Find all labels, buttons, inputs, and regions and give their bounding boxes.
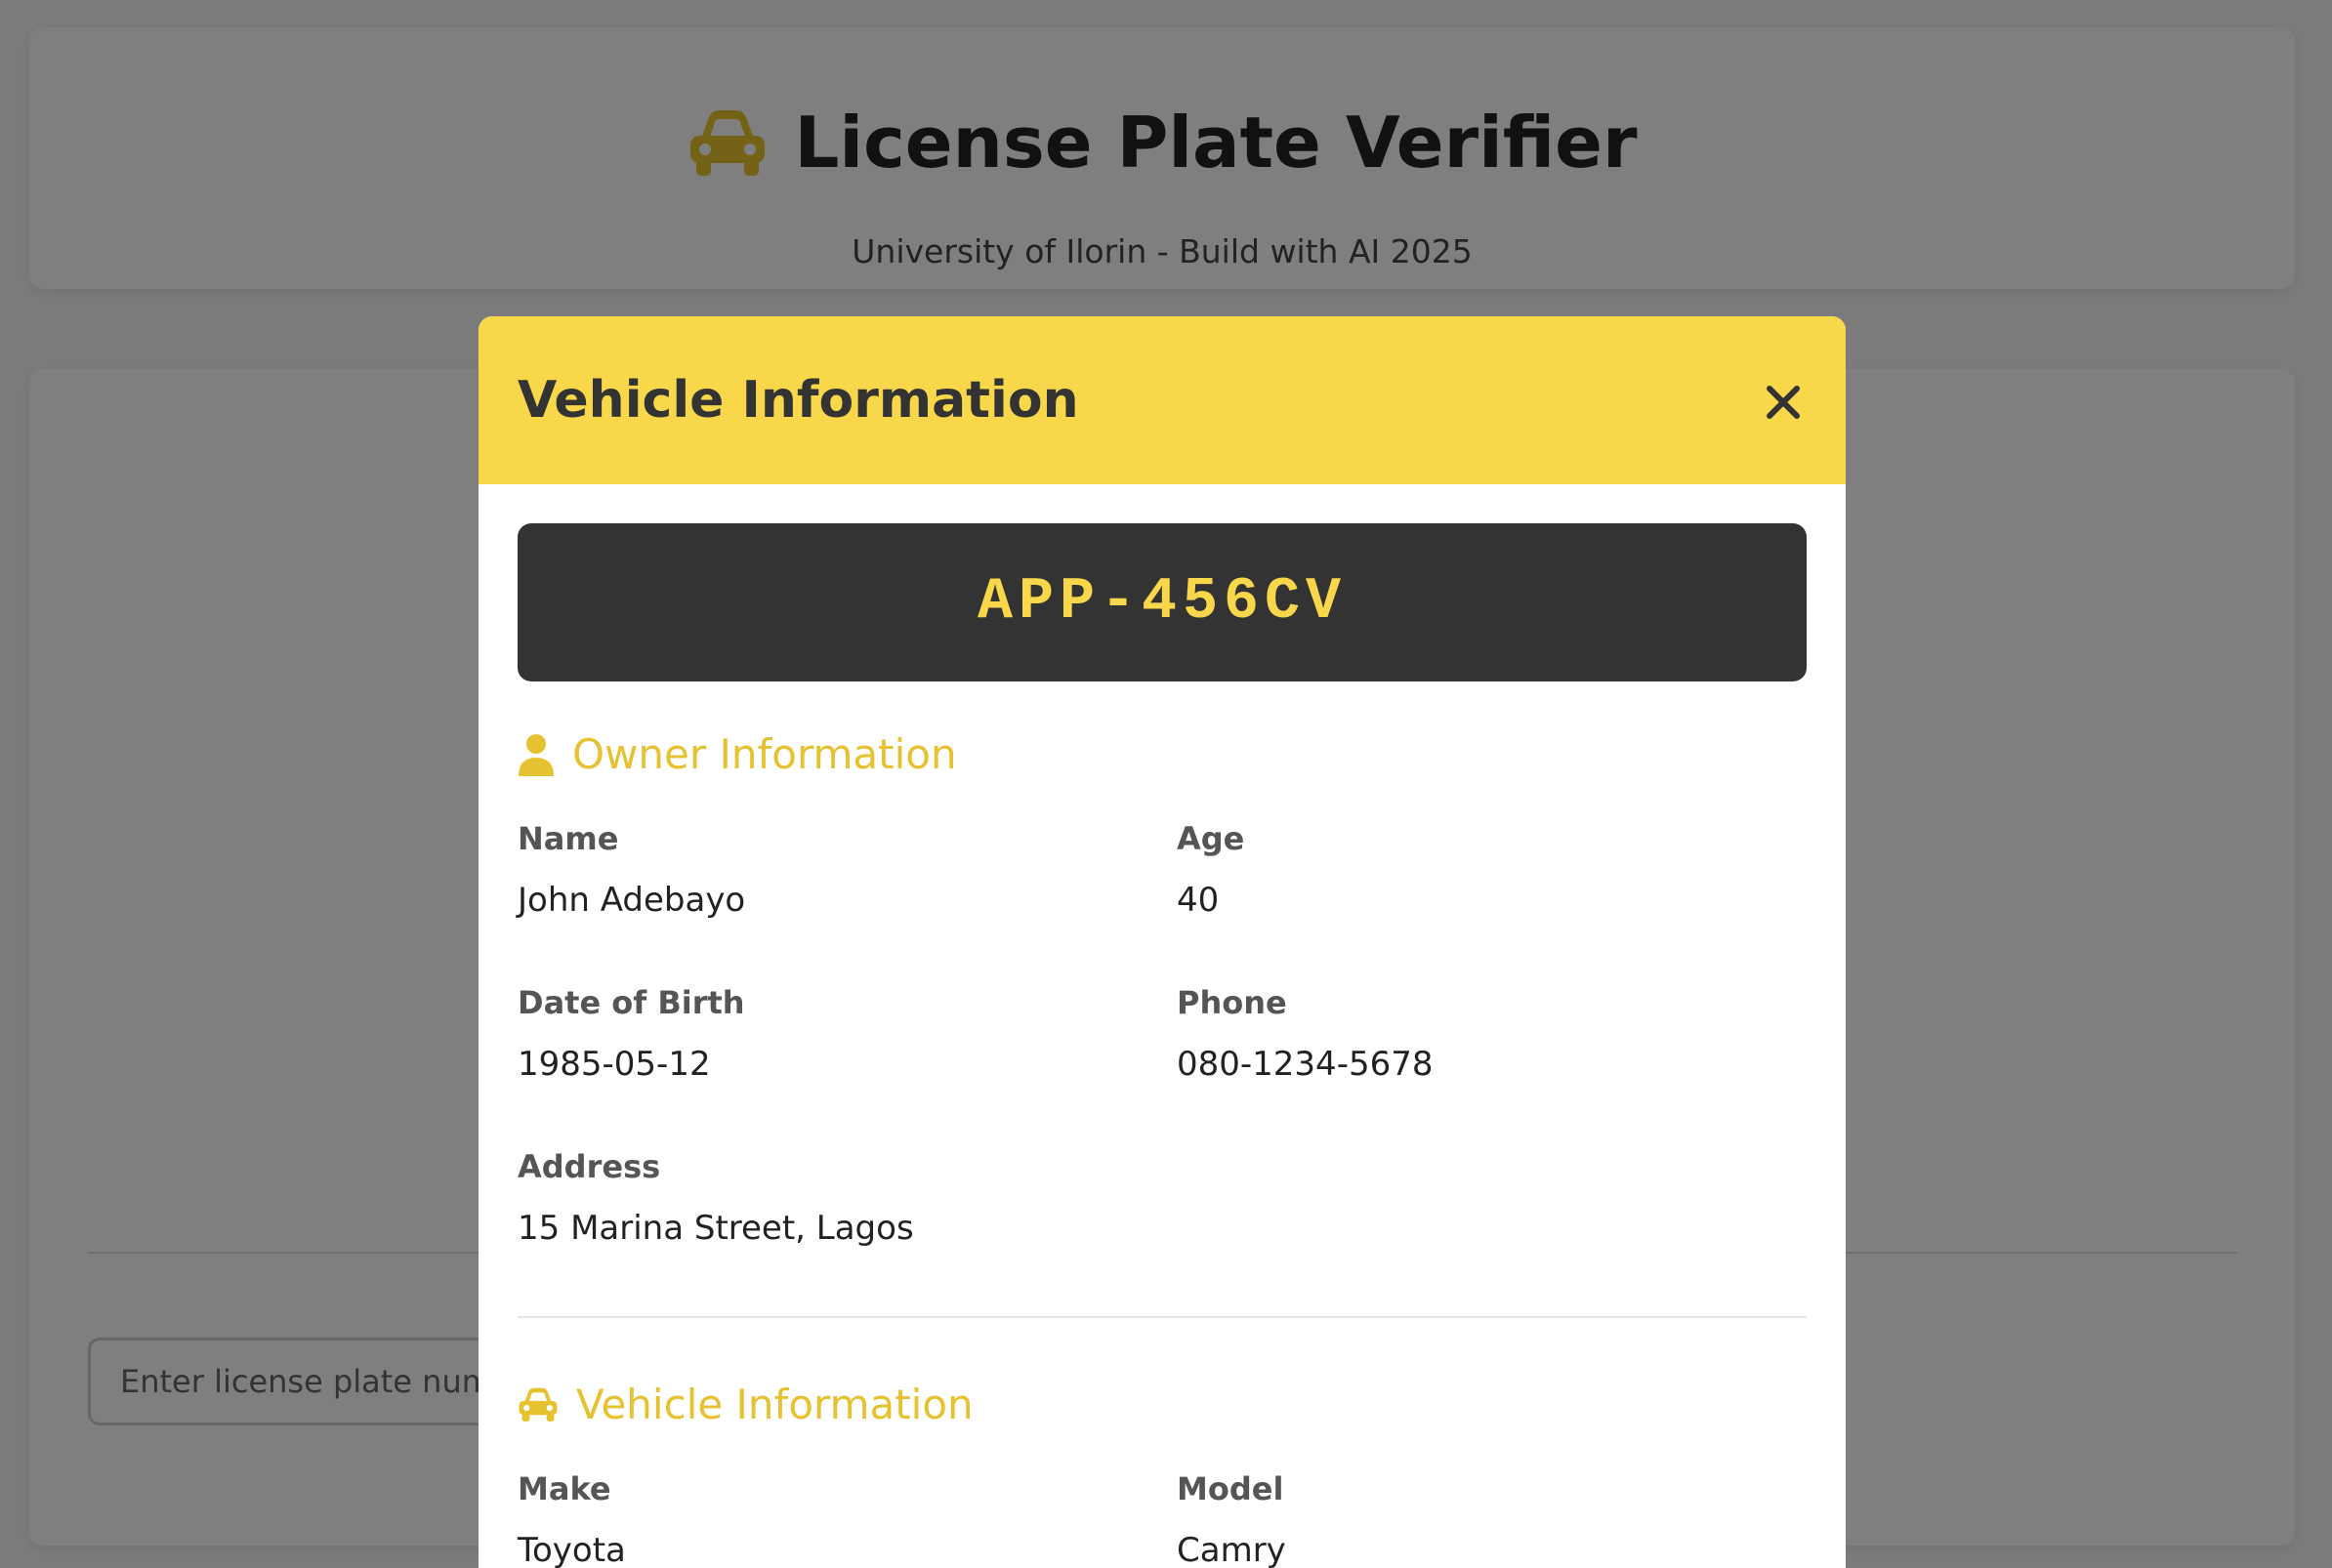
phone-value: 080-1234-5678 <box>1177 1045 1434 1084</box>
modal-header: Vehicle Information <box>479 316 1846 484</box>
age-value: 40 <box>1177 881 1220 920</box>
car-icon <box>518 1386 559 1423</box>
vehicle-section-heading: Vehicle Information <box>518 1381 974 1428</box>
vehicle-section-title: Vehicle Information <box>576 1381 974 1428</box>
phone-label: Phone <box>1177 984 1287 1021</box>
age-label: Age <box>1177 820 1245 857</box>
address-value: 15 Marina Street, Lagos <box>518 1209 914 1248</box>
plate-display: APP-456CV <box>518 523 1807 681</box>
make-value: Toyota <box>518 1531 626 1568</box>
dob-value: 1985-05-12 <box>518 1045 711 1084</box>
name-value: John Adebayo <box>518 881 746 920</box>
model-label: Model <box>1177 1470 1284 1507</box>
section-divider <box>518 1316 1807 1318</box>
vehicle-info-modal: Vehicle Information APP-456CV Owner Info… <box>479 316 1846 1568</box>
name-label: Name <box>518 820 619 857</box>
model-value: Camry <box>1177 1531 1286 1568</box>
owner-section-heading: Owner Information <box>518 730 957 778</box>
close-icon[interactable] <box>1764 383 1803 422</box>
make-label: Make <box>518 1470 611 1507</box>
address-label: Address <box>518 1148 661 1185</box>
plate-number: APP-456CV <box>977 569 1348 636</box>
owner-section-title: Owner Information <box>572 730 957 778</box>
user-icon <box>518 733 555 776</box>
modal-title: Vehicle Information <box>518 371 1079 430</box>
dob-label: Date of Birth <box>518 984 745 1021</box>
